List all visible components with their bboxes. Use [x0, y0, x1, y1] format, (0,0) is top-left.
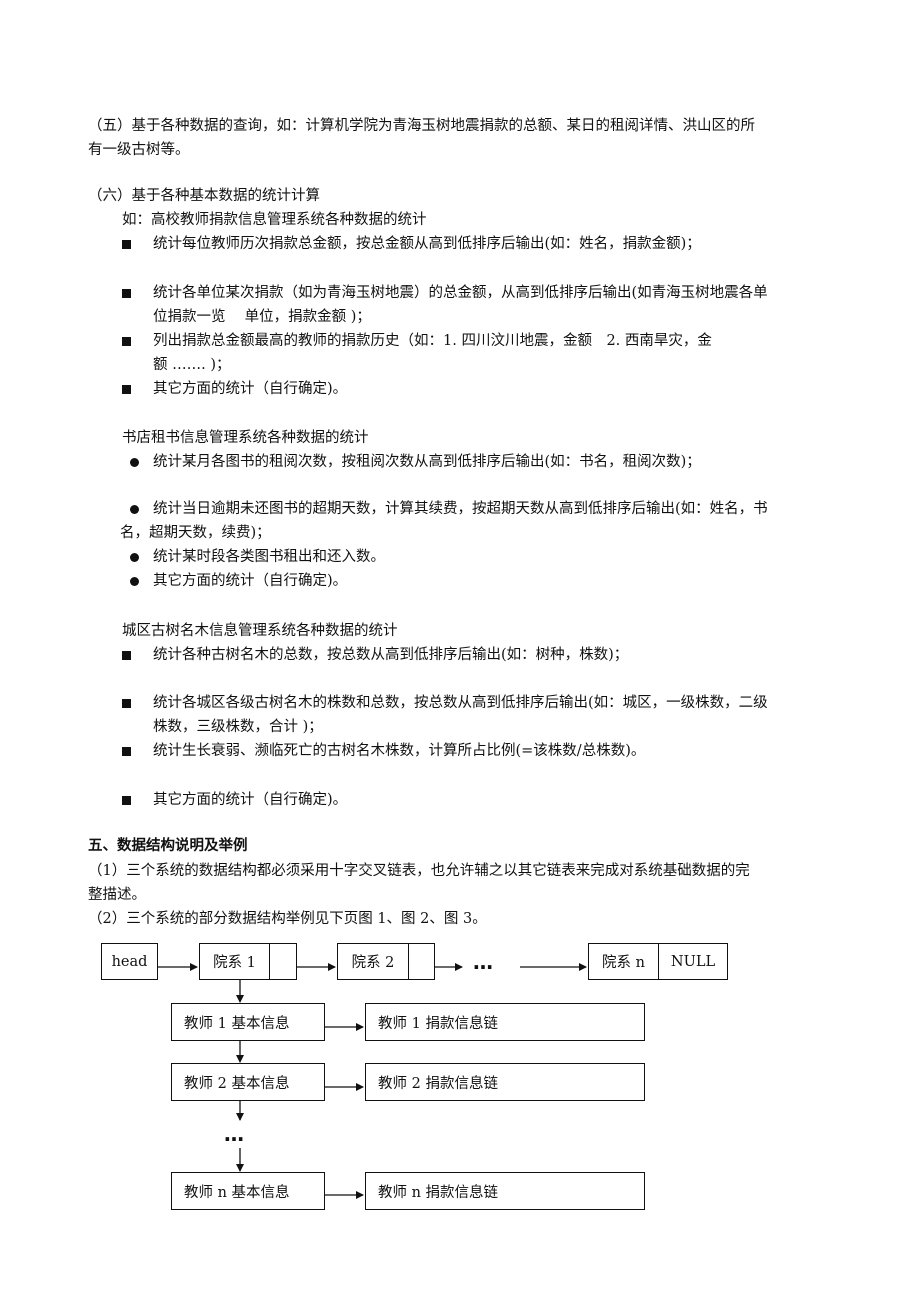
teacher-donation-chain-node: 教师 1 捐款信息链	[365, 1003, 645, 1041]
teacher-donation-chain-node: 教师 n 捐款信息链	[365, 1172, 645, 1210]
department-label: 院系 n	[602, 955, 645, 971]
head-label: head	[111, 953, 148, 970]
diagram-arrows	[158, 963, 587, 1199]
teacher-basic-info-node: 教师 n 基本信息	[171, 1172, 325, 1210]
teacher-basic-info-label: 教师 n 基本信息	[184, 1184, 290, 1201]
department-ellipsis: …	[473, 950, 494, 974]
teacher-donation-chain-label: 教师 2 捐款信息链	[378, 1075, 498, 1092]
teacher-donation-chain-label: 教师 1 捐款信息链	[378, 1015, 498, 1032]
teacher-basic-info-label: 教师 1 基本信息	[184, 1015, 290, 1032]
null-pointer-label: NULL	[658, 944, 727, 979]
department-label: 院系 2	[351, 955, 395, 971]
teacher-donation-chain-label: 教师 n 捐款信息链	[378, 1184, 499, 1201]
department-node-n: 院系 n NULL	[588, 943, 728, 980]
department-next-pointer	[408, 944, 434, 979]
teacher-basic-info-node: 教师 2 基本信息	[171, 1063, 325, 1101]
teacher-donation-chain-node: 教师 2 捐款信息链	[365, 1063, 645, 1101]
department-next-pointer	[269, 944, 296, 979]
department-label: 院系 1	[213, 955, 256, 971]
department-node-1: 院系 1	[199, 943, 297, 980]
department-node-2: 院系 2	[337, 943, 435, 980]
teacher-ellipsis: …	[224, 1122, 245, 1146]
teacher-basic-info-label: 教师 2 基本信息	[184, 1075, 290, 1092]
teacher-basic-info-node: 教师 1 基本信息	[171, 1003, 325, 1041]
head-node: head	[101, 943, 158, 980]
